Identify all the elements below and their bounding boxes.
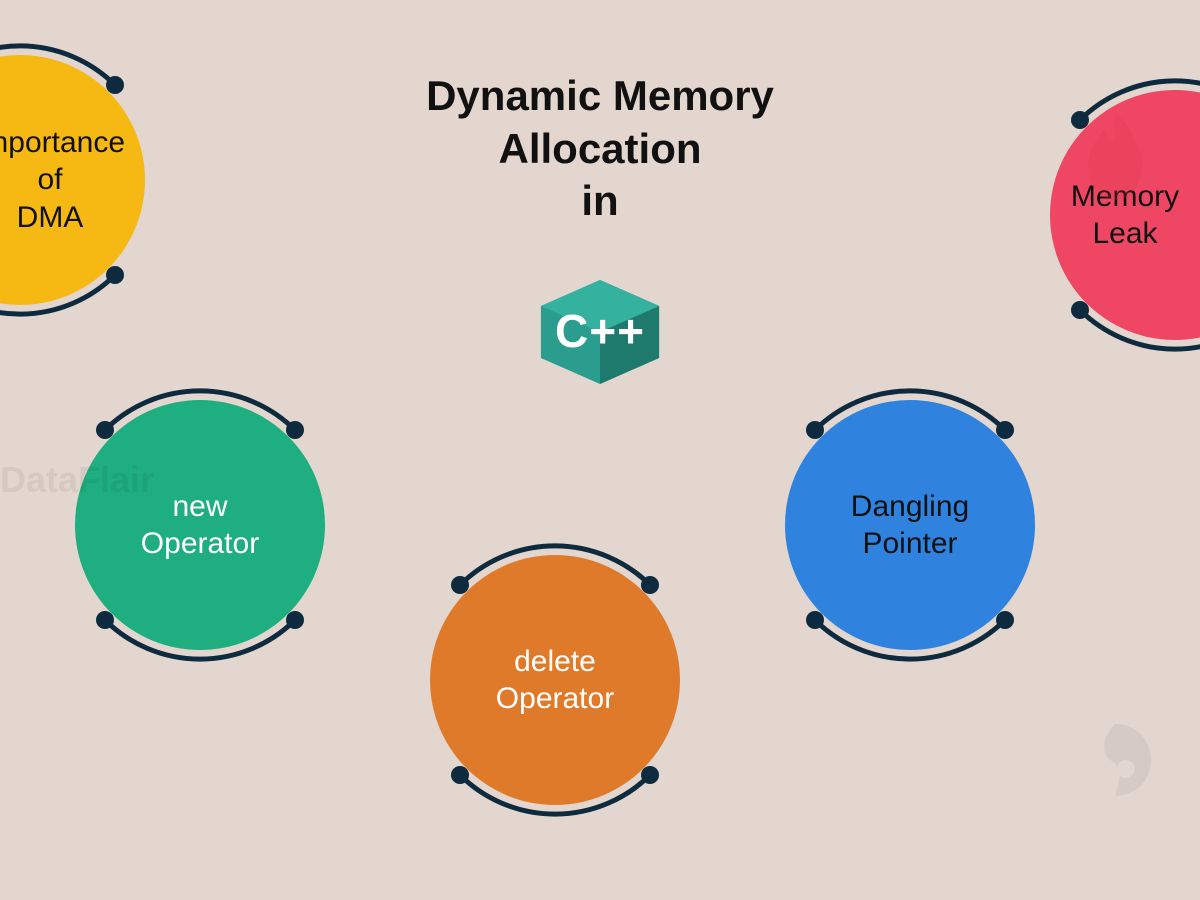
- bubble-circle: Importance of DMA: [0, 55, 145, 305]
- bubble-circle: delete Operator: [430, 555, 680, 805]
- bubble-text-line: Pointer: [862, 525, 957, 563]
- cpp-logo-text: C++: [555, 304, 645, 358]
- bubble-text-line: delete: [514, 643, 596, 681]
- diagram-title: Dynamic Memory Allocation in: [426, 70, 774, 228]
- bubble-importance-dma: Importance of DMA: [0, 55, 145, 305]
- bubble-delete-operator: delete Operator: [430, 555, 680, 805]
- bubble-circle: Dangling Pointer: [785, 400, 1035, 650]
- bubble-text-line: DMA: [17, 199, 84, 237]
- bubble-text-line: new: [172, 488, 227, 526]
- title-line-2: Allocation: [426, 123, 774, 176]
- bubble-text-line: Leak: [1092, 215, 1157, 253]
- bubble-text-line: Dangling: [851, 488, 969, 526]
- bubble-text-line: Importance: [0, 124, 125, 162]
- watermark-flame-icon: [1080, 110, 1150, 200]
- watermark-text: DataFlair: [0, 460, 154, 500]
- bubble-text-line: of: [37, 161, 62, 199]
- bubble-text-line: Operator: [496, 680, 614, 718]
- title-line-1: Dynamic Memory: [426, 70, 774, 123]
- cpp-logo: C++: [540, 280, 660, 384]
- bubble-text-line: Operator: [141, 525, 259, 563]
- hexagon-icon: C++: [540, 280, 660, 384]
- bubble-dangling-pointer: Dangling Pointer: [785, 400, 1035, 650]
- bubble-circle: new Operator: [75, 400, 325, 650]
- bubble-new-operator: new Operator: [75, 400, 325, 650]
- title-line-3: in: [426, 175, 774, 228]
- watermark-logo-icon: [1070, 715, 1160, 805]
